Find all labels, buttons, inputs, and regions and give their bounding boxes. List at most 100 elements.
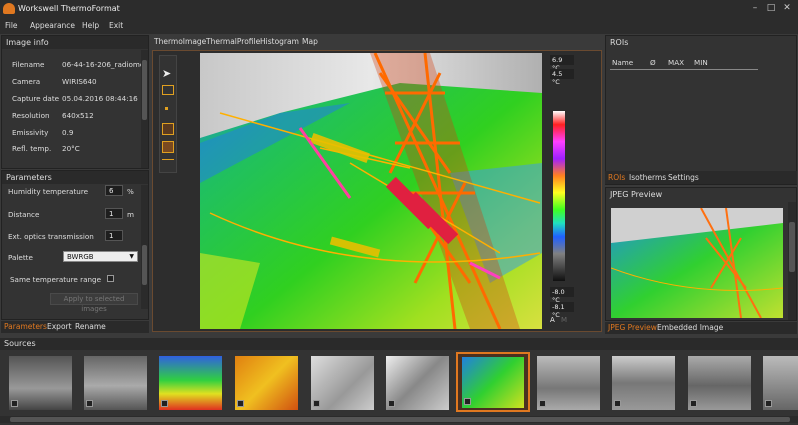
- sources-scrollbar[interactable]: [0, 416, 798, 423]
- source-thumbnail[interactable]: [9, 356, 72, 410]
- scale-max2[interactable]: 4.5 °C: [550, 69, 574, 86]
- palette-select[interactable]: BWRGB ▼: [63, 251, 138, 262]
- source-thumbnail-selected[interactable]: [456, 352, 530, 412]
- tab-settings[interactable]: Settings: [668, 173, 699, 182]
- app-logo-icon: [3, 3, 15, 14]
- humidity-input[interactable]: 6: [105, 185, 123, 196]
- menu-bar: File Appearance Help Exit: [0, 18, 798, 34]
- scroll-thumb[interactable]: [142, 60, 147, 120]
- image-info-panel: Image info Filename 06-44-16-206_radiome…: [1, 35, 149, 169]
- menu-exit[interactable]: Exit: [109, 21, 123, 30]
- tab-embedded-image[interactable]: Embedded Image: [657, 323, 723, 332]
- manual-scale-button[interactable]: M: [561, 316, 567, 324]
- source-thumbnail[interactable]: [537, 356, 600, 410]
- jpeg-header: JPEG Preview: [606, 188, 796, 201]
- thermo-viewer: ➤ 6.9 °C 4.5 °C -8.0 °C -8.1 °C A M: [152, 50, 602, 332]
- parameters-panel: Parameters Humidity temperature 6 % Dist…: [1, 170, 149, 320]
- distance-label: Distance: [8, 210, 40, 219]
- point-icon[interactable]: [165, 107, 168, 110]
- scroll-thumb[interactable]: [142, 245, 147, 285]
- scale-max1: 6.9 °C: [550, 55, 574, 72]
- source-thumbnail[interactable]: [311, 356, 374, 410]
- rois-divider: [610, 69, 758, 70]
- sources-header: Sources: [4, 339, 36, 348]
- jpeg-scrollbar[interactable]: [788, 202, 796, 320]
- rect-icon[interactable]: [162, 123, 174, 135]
- tab-isotherms[interactable]: Isotherms: [629, 173, 666, 182]
- tab-map[interactable]: Map: [302, 37, 318, 46]
- same-range-label: Same temperature range: [10, 275, 102, 284]
- info-label: Camera: [12, 77, 41, 86]
- parameters-scrollbar[interactable]: [141, 185, 148, 309]
- thermal-image[interactable]: [200, 53, 542, 329]
- humidity-unit: %: [127, 187, 134, 196]
- info-label: Filename: [12, 60, 45, 69]
- info-value: WIRIS640: [62, 77, 97, 86]
- ext-optics-label: Ext. optics transmission: [8, 232, 94, 241]
- source-thumbnail[interactable]: [386, 356, 449, 410]
- scroll-thumb[interactable]: [789, 222, 795, 272]
- chevron-down-icon: ▼: [129, 253, 134, 260]
- menu-help[interactable]: Help: [82, 21, 99, 30]
- jpeg-tab-bar: JPEG Preview Embedded Image: [605, 322, 797, 334]
- minimize-button[interactable]: –: [748, 3, 762, 14]
- pointer-icon[interactable]: ➤: [162, 67, 171, 80]
- same-range-checkbox[interactable]: [107, 275, 114, 282]
- rois-header: ROIs: [606, 36, 796, 49]
- rois-col-avg: Ø: [650, 58, 656, 67]
- source-thumbnail[interactable]: [612, 356, 675, 410]
- info-scrollbar[interactable]: [141, 50, 148, 168]
- area-icon[interactable]: [162, 141, 174, 153]
- maximize-button[interactable]: □: [764, 3, 778, 14]
- tab-thermalprofile[interactable]: ThermalProfile: [206, 37, 260, 46]
- menu-file[interactable]: File: [5, 21, 18, 30]
- source-thumbnail[interactable]: [84, 356, 147, 410]
- menu-appearance[interactable]: Appearance: [30, 21, 75, 30]
- view-tab-bar: ThermoImage ThermalProfile Histogram Map: [152, 35, 602, 49]
- palette-value: BWRGB: [67, 253, 94, 261]
- jpeg-preview-image: [611, 208, 783, 318]
- tab-jpeg-preview[interactable]: JPEG Preview: [608, 323, 657, 332]
- info-label: Capture date: [12, 94, 60, 103]
- tab-parameters[interactable]: Parameters: [4, 322, 47, 331]
- info-value: 0.9: [62, 128, 74, 137]
- left-tab-bar: Parameters Export Rename: [1, 321, 149, 333]
- line-icon[interactable]: [162, 159, 174, 160]
- app-title: Workswell ThermoFormat: [18, 4, 120, 13]
- scroll-thumb[interactable]: [10, 417, 790, 422]
- scale-min2[interactable]: -8.0 °C: [550, 287, 574, 304]
- apply-button[interactable]: Apply to selected images: [50, 293, 138, 313]
- rois-col-max: MAX: [668, 58, 685, 67]
- image-info-header: Image info: [2, 36, 148, 49]
- parameters-header: Parameters: [2, 171, 148, 184]
- tab-histogram[interactable]: Histogram: [260, 37, 299, 46]
- roi-tool-icon[interactable]: [162, 85, 174, 95]
- sources-strip: [0, 350, 798, 425]
- tab-export[interactable]: Export: [47, 322, 72, 331]
- palette-label: Palette: [8, 253, 33, 262]
- close-button[interactable]: ✕: [780, 3, 794, 14]
- tab-rename[interactable]: Rename: [75, 322, 106, 331]
- tab-rois[interactable]: ROIs: [608, 173, 625, 182]
- info-label: Emissivity: [12, 128, 49, 137]
- source-thumbnail[interactable]: [763, 356, 798, 410]
- source-thumbnail[interactable]: [688, 356, 751, 410]
- scale-min1: -8.1 °C: [550, 302, 574, 319]
- info-value: 05.04.2016 08:44:16: [62, 94, 138, 103]
- rois-col-min: MIN: [694, 58, 708, 67]
- color-scale-bar: [553, 111, 565, 281]
- source-thumbnail[interactable]: [235, 356, 298, 410]
- source-thumbnail[interactable]: [159, 356, 222, 410]
- jpeg-preview-panel: JPEG Preview: [605, 187, 797, 321]
- info-value: 06-44-16-206_radiome: [62, 60, 145, 69]
- info-label: Resolution: [12, 111, 50, 120]
- ext-optics-input[interactable]: 1: [105, 230, 123, 241]
- distance-unit: m: [127, 210, 135, 219]
- distance-input[interactable]: 1: [105, 208, 123, 219]
- title-bar: Workswell ThermoFormat – □ ✕: [0, 0, 798, 18]
- auto-scale-button[interactable]: A: [550, 316, 555, 324]
- info-label: Refl. temp.: [12, 144, 52, 153]
- sources-header-bar: Sources: [0, 338, 798, 350]
- rois-col-name: Name: [612, 58, 634, 67]
- tab-thermoimage[interactable]: ThermoImage: [154, 37, 206, 46]
